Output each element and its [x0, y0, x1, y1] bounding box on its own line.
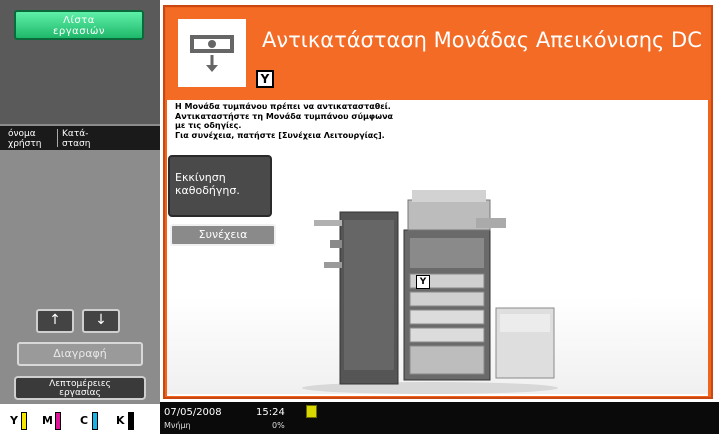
message-line-3: με τις οδηγίες.: [175, 121, 242, 130]
column-divider: [57, 129, 58, 147]
notification-icon[interactable]: [306, 405, 317, 418]
start-guide-label: Εκκίνηση καθοδήγησ.: [175, 171, 240, 197]
toner-bar-yellow: [21, 412, 27, 430]
instruction-message: Η Μονάδα τυμπάνου πρέπει να αντικατασταθ…: [175, 102, 535, 140]
delete-label: Διαγραφή: [53, 347, 107, 360]
continue-label: Συνέχεια: [198, 228, 248, 241]
status-time: 15:24: [256, 407, 285, 418]
toner-letter-y: Y: [10, 414, 18, 427]
status-bar: 07/05/2008 15:24 Μνήμη 0%: [160, 402, 719, 434]
copier-illustration: [300, 190, 560, 395]
toner-letter-m: M: [42, 414, 53, 427]
scroll-down-button[interactable]: ↓: [82, 309, 120, 333]
imaging-unit-icon: [178, 19, 246, 87]
job-list-area: [0, 150, 160, 306]
column-status: Κατά- σταση: [62, 129, 91, 149]
imaging-unit-y-label: Y: [416, 275, 430, 289]
message-line-2: Αντικαταστήστε τη Μονάδα τυμπάνου σύμφων…: [175, 111, 394, 121]
memory-label: Μνήμη: [164, 421, 191, 430]
start-guide-button[interactable]: Εκκίνηση καθοδήγησ.: [168, 155, 272, 217]
column-user-name: όνομα χρήστη: [8, 129, 42, 149]
job-details-label: Λεπτομέρειες εργασίας: [49, 379, 111, 398]
message-line-1: Η Μονάδα τυμπάνου πρέπει να αντικατασταθ…: [175, 102, 391, 111]
dialog-title: Αντικατάσταση Μονάδας Απεικόνισης DC: [262, 28, 702, 52]
sidebar: Λίστα εργασιών όνομα χρήστη Κατά- σταση …: [0, 0, 160, 434]
toner-indicator: Y M C K: [0, 404, 160, 434]
toner-letter-c: C: [80, 414, 89, 427]
delete-button[interactable]: Διαγραφή: [17, 342, 143, 366]
toner-bar-cyan: [92, 412, 98, 430]
scroll-up-button[interactable]: ↑: [36, 309, 74, 333]
toner-bar-black: [128, 412, 134, 430]
continue-button[interactable]: Συνέχεια: [170, 224, 276, 246]
toner-letter-k: K: [116, 414, 125, 427]
toner-bar-magenta: [55, 412, 61, 430]
job-list-column-header: όνομα χρήστη Κατά- σταση: [0, 126, 160, 150]
dialog-header: [166, 8, 710, 100]
status-date: 07/05/2008: [164, 407, 222, 418]
memory-value: 0%: [272, 421, 285, 430]
job-list-label: Λίστα εργασιών: [53, 15, 105, 37]
yellow-unit-badge: Y: [256, 70, 274, 88]
job-details-button[interactable]: Λεπτομέρειες εργασίας: [14, 376, 146, 400]
up-arrow-icon: ↑: [49, 312, 61, 328]
message-line-4: Για συνέχεια, πατήστε [Συνέχεια Λειτουργ…: [175, 130, 385, 140]
down-arrow-icon: ↓: [95, 312, 107, 328]
job-list-button[interactable]: Λίστα εργασιών: [14, 10, 144, 40]
